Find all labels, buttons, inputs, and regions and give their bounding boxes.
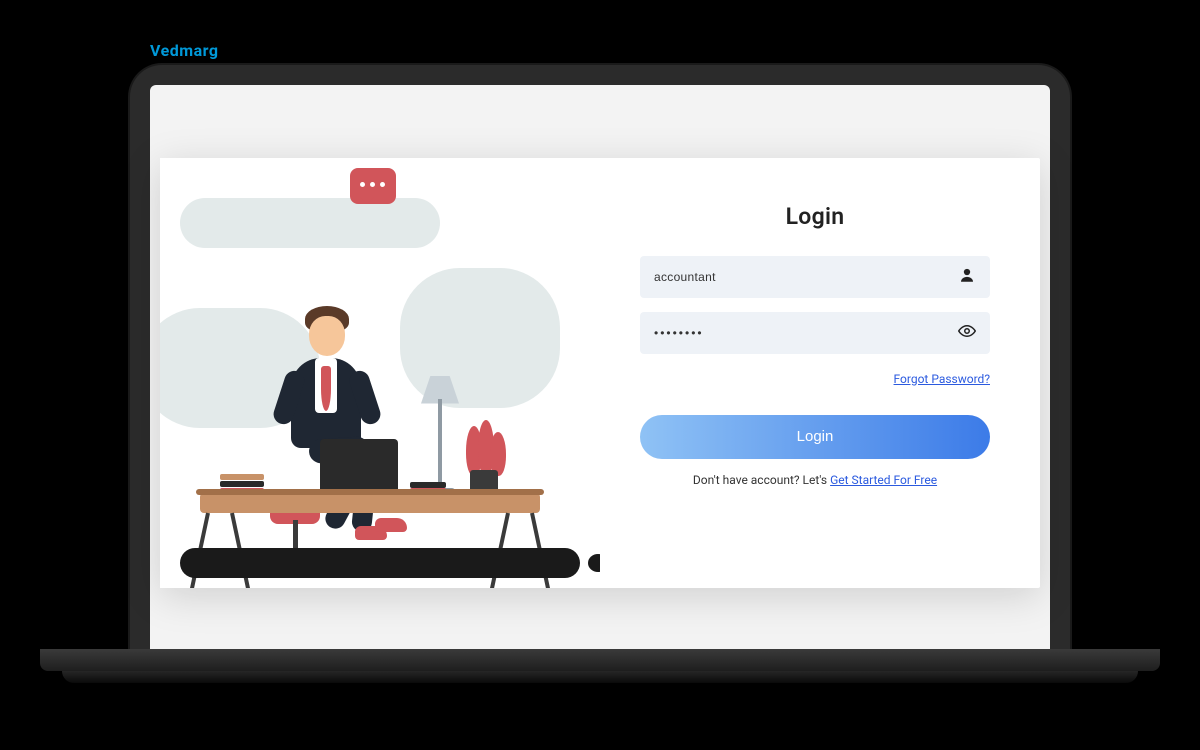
user-icon [958,266,976,288]
speech-bubble-icon [350,168,396,204]
lamp-pole [438,399,442,494]
forgot-row: Forgot Password? [640,368,990,387]
login-button[interactable]: Login [640,415,990,459]
cloud-shape [400,268,560,408]
eye-icon[interactable] [958,322,976,344]
laptop-mockup: Login Forgot Password? [130,65,1070,685]
signup-text: Don't have account? Let's Get Started Fo… [693,473,937,487]
login-illustration [160,158,600,588]
screen: Login Forgot Password? [150,85,1050,660]
login-form: Login Forgot Password? [600,158,1040,588]
signup-link[interactable]: Get Started For Free [830,473,937,487]
username-input[interactable] [654,270,958,284]
desk [200,493,540,513]
brand-logo: Vedmarg [150,41,219,60]
floor-shadow [180,548,580,578]
laptop-icon [320,439,398,494]
laptop-bezel: Login Forgot Password? [130,65,1070,660]
signup-prefix: Don't have account? Let's [693,473,830,487]
password-field-wrap [640,312,990,354]
password-input[interactable] [654,326,958,340]
laptop-base [40,649,1160,685]
forgot-password-link[interactable]: Forgot Password? [894,372,990,386]
cloud-shape [180,198,440,248]
login-title: Login [786,203,845,230]
plant-icon [490,432,506,476]
username-field-wrap [640,256,990,298]
login-card: Login Forgot Password? [160,158,1040,588]
